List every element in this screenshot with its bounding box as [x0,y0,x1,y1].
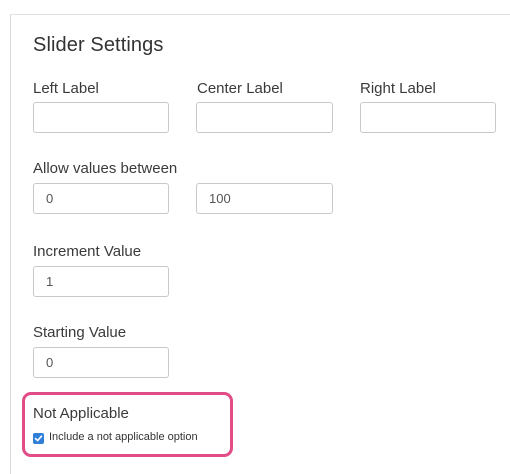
center-label-heading: Center Label [197,80,283,97]
right-label-heading: Right Label [360,80,436,97]
increment-heading: Increment Value [33,243,142,260]
right-label-input[interactable] [360,102,496,133]
not-applicable-checkbox-label[interactable]: Include a not applicable option [49,431,198,443]
center-label-input[interactable] [196,102,333,133]
not-applicable-checkbox[interactable] [33,433,44,444]
starting-heading: Starting Value [33,324,127,341]
left-label-input[interactable] [33,102,169,133]
starting-input[interactable] [33,347,169,378]
range-heading: Allow values between [33,160,178,177]
increment-input[interactable] [33,266,169,297]
left-label-heading: Left Label [33,80,99,97]
range-max-input[interactable] [196,183,333,214]
not-applicable-highlight [22,392,233,457]
checkmark-icon [34,435,43,442]
section-title: Slider Settings [33,34,164,56]
not-applicable-heading: Not Applicable [33,405,129,422]
range-min-input[interactable] [33,183,169,214]
